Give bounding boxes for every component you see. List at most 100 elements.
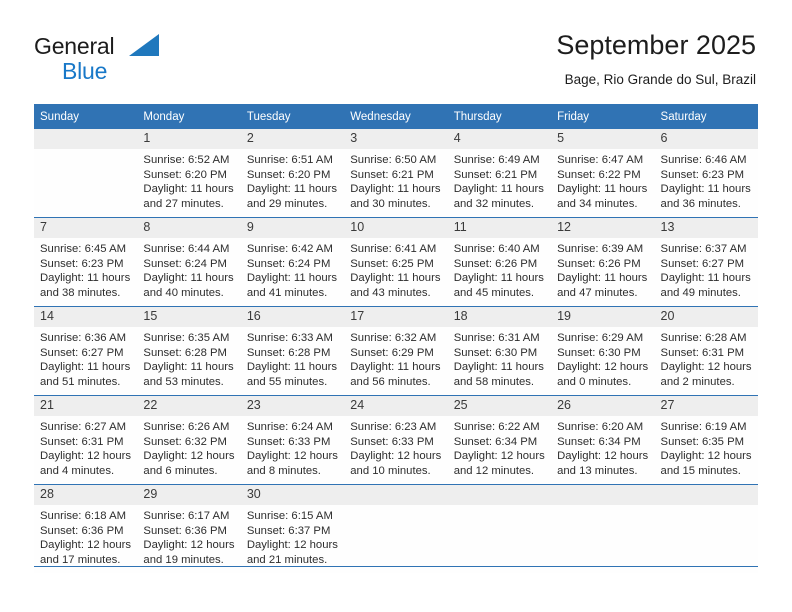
sunrise-text: Sunrise: 6:47 AM	[557, 154, 644, 166]
calendar-day-cell-inner	[34, 129, 138, 217]
day-number: 3	[344, 129, 448, 149]
calendar-day-cell-inner: 18 Sunrise: 6:31 AM Sunset: 6:30 PM Dayligh…	[447, 307, 552, 395]
day-number: 28	[34, 485, 138, 505]
sunrise-text: Sunrise: 6:17 AM	[143, 510, 230, 522]
calendar-day-cell[interactable]: 18 Sunrise: 6:31 AM Sunset: 6:30 PM Dayligh…	[447, 306, 552, 396]
daylight-text-line2: and 53 minutes.	[143, 375, 224, 388]
calendar-body: 1 Sunrise: 6:52 AM Sunset: 6:20 PM Daylight…	[34, 129, 758, 573]
calendar-day-cell[interactable]: 24 Sunrise: 6:23 AM Sunset: 6:33 PM Dayligh…	[344, 395, 448, 485]
calendar-day-cell-inner: 7 Sunrise: 6:45 AM Sunset: 6:23 PM Daylight…	[34, 218, 138, 306]
sunset-text: Sunset: 6:34 PM	[557, 435, 641, 448]
calendar-day-cell[interactable]: 20 Sunrise: 6:28 AM Sunset: 6:31 PM Dayligh…	[654, 306, 758, 396]
calendar-bottom-rule	[34, 566, 758, 567]
daylight-text-line2: and 55 minutes.	[246, 375, 328, 388]
calendar-week-row: 1 Sunrise: 6:52 AM Sunset: 6:20 PM Daylight…	[34, 129, 758, 218]
day-number: 15	[137, 307, 241, 327]
daylight-text-line1: Daylight: 11 hours	[557, 183, 648, 196]
calendar-day-cell[interactable]: 29 Sunrise: 6:17 AM Sunset: 6:36 PM Dayligh…	[137, 484, 241, 573]
weekday-header-thursday: Thursday	[447, 104, 552, 129]
calendar-day-cell-empty	[344, 484, 448, 573]
calendar-day-cell[interactable]: 17 Sunrise: 6:32 AM Sunset: 6:29 PM Dayligh…	[344, 306, 448, 396]
day-number: 10	[344, 218, 448, 238]
calendar-day-cell-inner: 10 Sunrise: 6:41 AM Sunset: 6:25 PM Dayligh…	[344, 218, 448, 306]
day-number: 20	[654, 307, 758, 327]
daylight-text-line1: Daylight: 11 hours	[350, 361, 441, 374]
calendar-day-cell-inner: 2 Sunrise: 6:51 AM Sunset: 6:20 PM Daylight…	[240, 129, 345, 217]
day-details: Sunrise: 6:32 AM Sunset: 6:29 PM Daylight:…	[344, 327, 447, 389]
calendar-day-cell[interactable]: 27 Sunrise: 6:19 AM Sunset: 6:35 PM Dayligh…	[654, 395, 758, 485]
daylight-text-line2: and 40 minutes.	[143, 286, 224, 299]
page-title: September 2025	[556, 30, 756, 60]
calendar-day-cell-inner: 21 Sunrise: 6:27 AM Sunset: 6:31 PM Dayligh…	[34, 396, 138, 484]
calendar-day-cell[interactable]: 19 Sunrise: 6:29 AM Sunset: 6:30 PM Dayligh…	[551, 306, 655, 396]
sunrise-text: Sunrise: 6:33 AM	[246, 332, 333, 344]
calendar-day-cell[interactable]: 14 Sunrise: 6:36 AM Sunset: 6:27 PM Dayligh…	[34, 306, 138, 396]
daylight-text-line1: Daylight: 12 hours	[143, 539, 235, 552]
daylight-text-line2: and 41 minutes.	[246, 286, 328, 299]
day-number: 13	[654, 218, 758, 238]
sunset-text: Sunset: 6:35 PM	[660, 435, 745, 448]
calendar-day-cell-inner: 14 Sunrise: 6:36 AM Sunset: 6:27 PM Dayligh…	[34, 307, 138, 395]
calendar-day-cell[interactable]: 10 Sunrise: 6:41 AM Sunset: 6:25 PM Dayligh…	[344, 217, 448, 307]
sunrise-text: Sunrise: 6:27 AM	[40, 421, 127, 433]
day-details	[448, 505, 551, 509]
calendar-day-cell-inner: 30 Sunrise: 6:15 AM Sunset: 6:37 PM Dayligh…	[240, 485, 345, 573]
calendar-day-cell[interactable]: 22 Sunrise: 6:26 AM Sunset: 6:32 PM Dayligh…	[137, 395, 241, 485]
sunrise-text: Sunrise: 6:46 AM	[660, 154, 747, 166]
calendar-day-cell[interactable]: 21 Sunrise: 6:27 AM Sunset: 6:31 PM Dayligh…	[34, 395, 138, 485]
calendar-day-cell[interactable]: 11 Sunrise: 6:40 AM Sunset: 6:26 PM Dayligh…	[447, 217, 552, 307]
daylight-text-line2: and 36 minutes.	[660, 197, 741, 210]
calendar-day-cell[interactable]: 30 Sunrise: 6:15 AM Sunset: 6:37 PM Dayligh…	[240, 484, 345, 573]
calendar-day-cell-inner: 1 Sunrise: 6:52 AM Sunset: 6:20 PM Daylight…	[137, 129, 241, 217]
calendar-week-row: 28 Sunrise: 6:18 AM Sunset: 6:36 PM Dayligh…	[34, 484, 758, 573]
daylight-text-line1: Daylight: 11 hours	[143, 272, 234, 285]
day-details: Sunrise: 6:45 AM Sunset: 6:23 PM Daylight:…	[34, 238, 137, 300]
calendar-week-row: 14 Sunrise: 6:36 AM Sunset: 6:27 PM Dayligh…	[34, 306, 758, 396]
daylight-text-line1: Daylight: 12 hours	[40, 539, 132, 552]
calendar-day-cell[interactable]: 28 Sunrise: 6:18 AM Sunset: 6:36 PM Dayligh…	[34, 484, 138, 573]
day-details	[344, 505, 447, 509]
daylight-text-line1: Daylight: 11 hours	[660, 183, 751, 196]
brand-logo[interactable]: General Blue	[34, 32, 234, 88]
day-number: 9	[240, 218, 345, 238]
day-number	[34, 129, 138, 149]
calendar-day-cell[interactable]: 5 Sunrise: 6:47 AM Sunset: 6:22 PM Daylight…	[551, 129, 655, 218]
calendar-day-cell[interactable]: 3 Sunrise: 6:50 AM Sunset: 6:21 PM Daylight…	[344, 129, 448, 218]
calendar-day-cell[interactable]: 9 Sunrise: 6:42 AM Sunset: 6:24 PM Daylight…	[240, 217, 345, 307]
calendar-day-cell[interactable]: 7 Sunrise: 6:45 AM Sunset: 6:23 PM Daylight…	[34, 217, 138, 307]
page-subtitle: Bage, Rio Grande do Sul, Brazil	[564, 72, 756, 87]
daylight-text-line2: and 12 minutes.	[453, 464, 535, 477]
daylight-text-line2: and 32 minutes.	[453, 197, 535, 210]
calendar-day-cell-inner: 26 Sunrise: 6:20 AM Sunset: 6:34 PM Dayligh…	[551, 396, 655, 484]
day-details: Sunrise: 6:19 AM Sunset: 6:35 PM Daylight:…	[655, 416, 758, 478]
calendar-day-cell[interactable]: 23 Sunrise: 6:24 AM Sunset: 6:33 PM Dayligh…	[240, 395, 345, 485]
daylight-text-line1: Daylight: 11 hours	[143, 361, 234, 374]
calendar-day-cell[interactable]: 15 Sunrise: 6:35 AM Sunset: 6:28 PM Dayligh…	[137, 306, 241, 396]
weekday-header-wednesday: Wednesday	[344, 104, 448, 129]
calendar-day-cell[interactable]: 25 Sunrise: 6:22 AM Sunset: 6:34 PM Dayligh…	[447, 395, 552, 485]
calendar-day-cell-inner: 24 Sunrise: 6:23 AM Sunset: 6:33 PM Dayligh…	[344, 396, 448, 484]
calendar-week-row: 21 Sunrise: 6:27 AM Sunset: 6:31 PM Dayligh…	[34, 395, 758, 485]
calendar-day-cell[interactable]: 26 Sunrise: 6:20 AM Sunset: 6:34 PM Dayligh…	[551, 395, 655, 485]
sunrise-text: Sunrise: 6:41 AM	[350, 243, 437, 255]
calendar-day-cell[interactable]: 4 Sunrise: 6:49 AM Sunset: 6:21 PM Daylight…	[447, 129, 552, 218]
calendar-day-cell[interactable]: 8 Sunrise: 6:44 AM Sunset: 6:24 PM Daylight…	[137, 217, 241, 307]
calendar-day-cell[interactable]: 16 Sunrise: 6:33 AM Sunset: 6:28 PM Dayligh…	[240, 306, 345, 396]
daylight-text-line1: Daylight: 11 hours	[660, 272, 751, 285]
calendar-day-cell[interactable]: 1 Sunrise: 6:52 AM Sunset: 6:20 PM Daylight…	[137, 129, 241, 218]
calendar-day-cell[interactable]: 2 Sunrise: 6:51 AM Sunset: 6:20 PM Daylight…	[240, 129, 345, 218]
day-number: 2	[240, 129, 345, 149]
calendar-day-cell[interactable]: 12 Sunrise: 6:39 AM Sunset: 6:26 PM Dayligh…	[551, 217, 655, 307]
daylight-text-line1: Daylight: 12 hours	[453, 450, 545, 463]
calendar-day-cell[interactable]: 13 Sunrise: 6:37 AM Sunset: 6:27 PM Dayligh…	[654, 217, 758, 307]
sunrise-text: Sunrise: 6:24 AM	[246, 421, 333, 433]
daylight-text-line2: and 4 minutes.	[40, 464, 115, 477]
daylight-text-line1: Daylight: 12 hours	[350, 450, 442, 463]
daylight-text-line2: and 51 minutes.	[40, 375, 121, 388]
sunset-text: Sunset: 6:21 PM	[350, 168, 434, 181]
daylight-text-line2: and 10 minutes.	[350, 464, 431, 477]
sunrise-text: Sunrise: 6:42 AM	[246, 243, 333, 255]
day-details: Sunrise: 6:33 AM Sunset: 6:28 PM Daylight:…	[241, 327, 344, 389]
calendar-day-cell-inner: 25 Sunrise: 6:22 AM Sunset: 6:34 PM Dayligh…	[447, 396, 552, 484]
calendar-day-cell[interactable]: 6 Sunrise: 6:46 AM Sunset: 6:23 PM Daylight…	[654, 129, 758, 218]
